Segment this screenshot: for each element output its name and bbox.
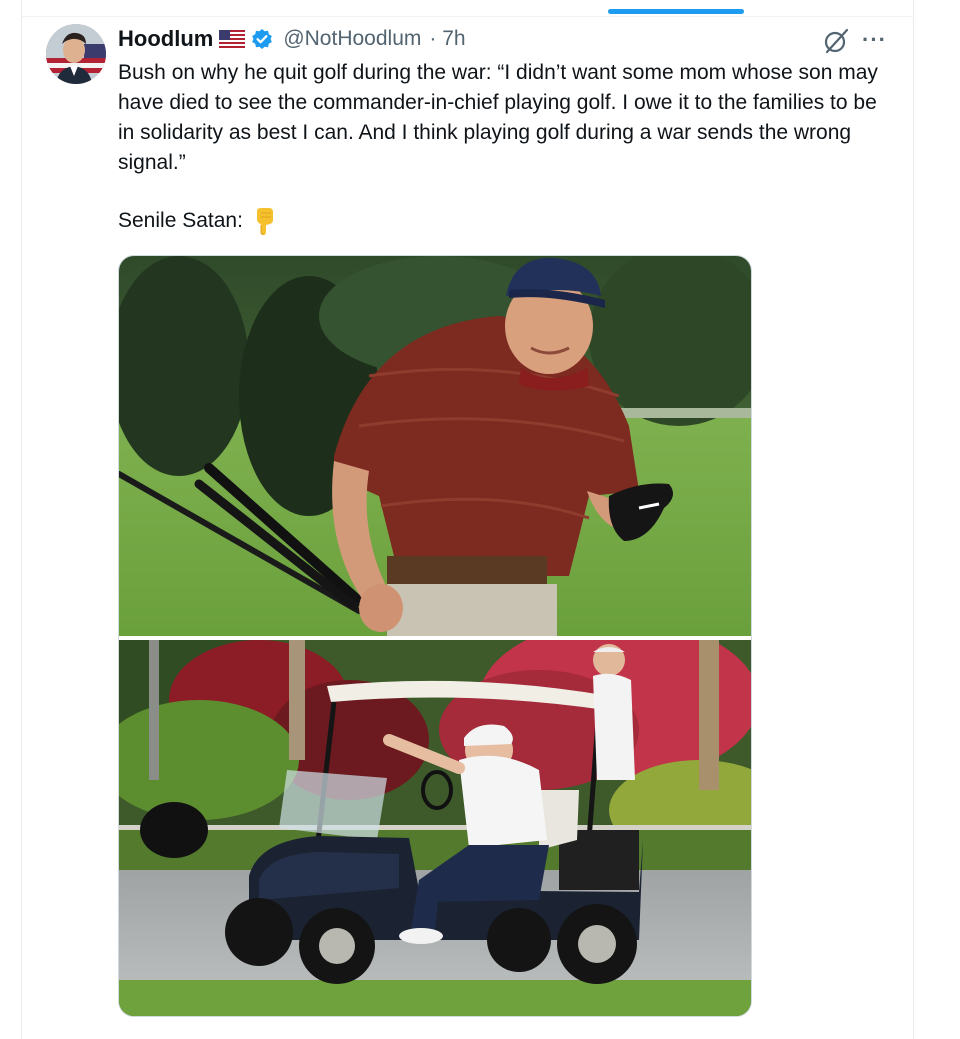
photo-golfer-with-clubs[interactable] [119, 256, 751, 636]
grok-icon[interactable] [822, 27, 850, 55]
tweet-text-second-line: Senile Satan: [118, 206, 277, 236]
tweet-caption: Senile Satan: [118, 209, 243, 232]
tweet-media[interactable] [118, 255, 752, 1017]
tweet-time[interactable]: · 7h [429, 27, 465, 51]
more-options-icon[interactable]: ··· [862, 29, 888, 51]
verified-badge-icon[interactable] [251, 28, 273, 50]
avatar[interactable] [46, 24, 106, 84]
timeline-top-border [21, 16, 914, 17]
author-name[interactable]: Hoodlum [118, 26, 213, 52]
us-flag-icon [219, 29, 246, 49]
timeline-left-border [21, 0, 22, 1039]
tweet-text: Bush on why he quit golf during the war:… [118, 61, 878, 174]
author-handle[interactable]: @NotHoodlum [283, 27, 421, 51]
tweet-header: Hoodlum @NotHoodlum · 7h [118, 24, 466, 54]
down-pointing-hand-icon [251, 207, 277, 235]
timeline-right-border [913, 0, 914, 1039]
photo-golf-cart[interactable] [119, 640, 751, 1016]
active-tab-indicator [608, 9, 744, 14]
